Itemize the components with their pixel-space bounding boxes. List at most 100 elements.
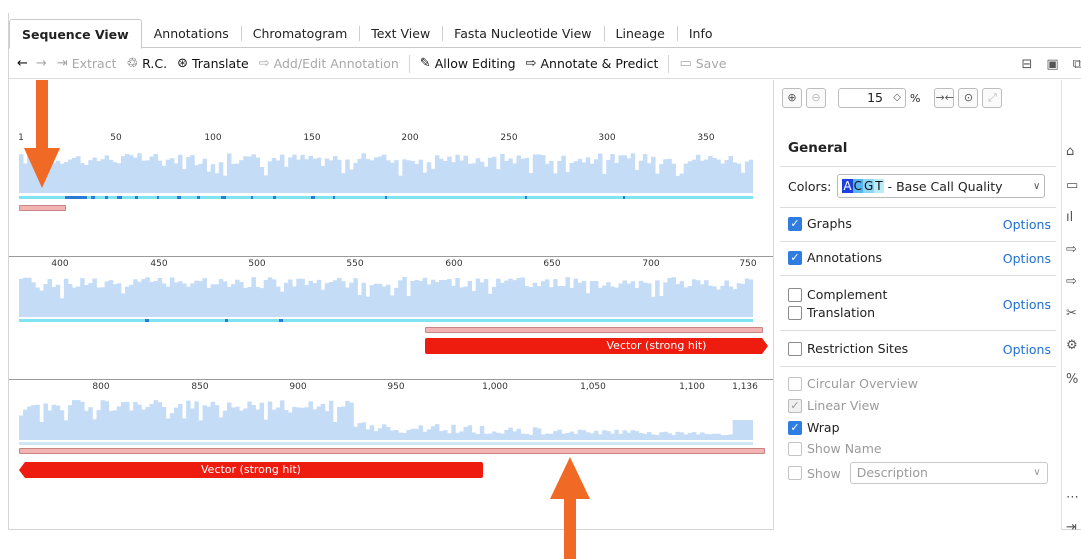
zoom-fit-icon[interactable]: ⊙: [958, 88, 979, 108]
quality-graph: [19, 277, 753, 317]
check-icon: ✓: [788, 398, 802, 413]
zoom-to-selection-icon[interactable]: →←: [934, 88, 955, 108]
wrap-checkbox[interactable]: ✓ Wrap: [788, 420, 840, 435]
divider: [780, 166, 1056, 167]
annotate-predict-button[interactable]: ⇨ Annotate & Predict: [526, 56, 659, 71]
tab-chromatogram[interactable]: Chromatogram: [240, 19, 359, 48]
translate-icon: ⊛: [177, 56, 188, 71]
graphs-checkbox[interactable]: ✓ Graphs: [788, 216, 852, 231]
tab-lineage[interactable]: Lineage: [603, 19, 677, 48]
low-quality-mark: [273, 196, 276, 199]
scissors-icon[interactable]: ✂: [1066, 306, 1077, 321]
low-quality-mark: [91, 196, 95, 199]
low-quality-mark: [197, 196, 200, 199]
ruler-tick: 350: [697, 133, 715, 143]
show-description-checkbox[interactable]: Show Description ∨: [788, 462, 1048, 484]
add-edit-annotation-button[interactable]: ⇨ Add/Edit Annotation: [259, 56, 399, 71]
annotate-icon[interactable]: ⇨: [1066, 274, 1077, 289]
low-quality-mark: [117, 196, 122, 199]
tab-info[interactable]: Info: [676, 19, 725, 48]
base-g: G: [862, 179, 875, 193]
ruler-tick: 1,000: [482, 382, 508, 392]
show-name-checkbox[interactable]: Show Name: [788, 441, 882, 456]
forward-button[interactable]: →: [36, 56, 47, 71]
collapse-icon[interactable]: ⇥: [1066, 520, 1077, 535]
chat-icon[interactable]: ▭: [1066, 178, 1078, 193]
options-panel: ⊕ ⊖ 15 ◇ % →← ⊙ ⤢ General Colors: A C G T…: [773, 80, 1061, 530]
annotation-arrow-icon[interactable]: ⇨: [1066, 242, 1077, 257]
copy-icon[interactable]: ⧉: [1073, 57, 1081, 72]
low-quality-marks: [65, 196, 745, 199]
right-sidebar: ⌂ ▭ ıl ⇨ ⇨ ✂ ⚙ % ⋯ ⇥: [1061, 80, 1081, 535]
complement-checkbox[interactable]: Complement: [788, 287, 887, 302]
restriction-sites-label: Restriction Sites: [807, 341, 909, 356]
zoom-out-icon[interactable]: ⊖: [806, 88, 826, 108]
zoom-in-icon[interactable]: ⊕: [782, 88, 802, 108]
save-button[interactable]: ▭ Save: [679, 56, 726, 71]
translation-options-link[interactable]: Options: [1003, 297, 1051, 312]
back-arrow-icon: ←: [17, 56, 28, 71]
ruler-tick: 200: [401, 133, 419, 143]
checkbox-icon: [788, 305, 802, 320]
save-label: Save: [695, 56, 727, 71]
zoom-input[interactable]: 15 ◇: [838, 88, 906, 108]
low-quality-mark: [225, 319, 228, 322]
ruler-tick: 750: [739, 259, 757, 269]
ruler-tick: 650: [543, 259, 561, 269]
base-t: T: [874, 179, 884, 193]
percent-icon[interactable]: %: [1066, 372, 1078, 387]
spinner-icon[interactable]: ◇: [893, 89, 901, 107]
gear-icon[interactable]: ⚙: [1066, 338, 1078, 353]
ruler-tick: 250: [500, 133, 518, 143]
description-select[interactable]: Description ∨: [849, 462, 1048, 484]
circular-overview-checkbox[interactable]: Circular Overview: [788, 376, 918, 391]
low-quality-mark: [177, 196, 181, 199]
divider: [780, 241, 1056, 242]
zoom-value: 15: [867, 90, 883, 105]
forward-arrow-icon: →: [35, 56, 47, 71]
low-quality-mark: [311, 196, 315, 199]
save-icon: ▭: [679, 56, 692, 71]
allow-editing-button[interactable]: ✎ Allow Editing: [420, 56, 516, 71]
annotations-checkbox[interactable]: ✓ Annotations: [788, 250, 882, 265]
ruler: 800 850 900 950 1,000 1,050 1,100 1,136: [9, 382, 773, 396]
translate-button[interactable]: ⊛ Translate: [177, 56, 249, 71]
rc-label: R.C.: [142, 56, 168, 71]
toolbar: ← → ⇥ Extract ♲ R.C. ⊛ Translate ⇨ Add/Edit …: [9, 49, 1081, 79]
reverse-complement-button[interactable]: ♲ R.C.: [127, 56, 168, 71]
acgt-swatch: A C G T: [842, 179, 884, 193]
translation-label: Translation: [807, 305, 876, 320]
more-icon[interactable]: ⋯: [1066, 490, 1079, 505]
split-panel-icon[interactable]: ▣: [1046, 57, 1058, 72]
back-button[interactable]: ←: [17, 56, 28, 71]
ruler-tick: 500: [248, 259, 266, 269]
vector-annotation[interactable]: Vector (strong hit): [425, 338, 768, 354]
expand-icon[interactable]: ⤢: [982, 88, 1003, 108]
trimmed-region: [19, 448, 765, 454]
graphs-options-link[interactable]: Options: [1003, 217, 1051, 232]
reverse-complement-icon: ♲: [126, 56, 139, 71]
tab-bar: Sequence View Annotations Chromatogram T…: [9, 19, 1081, 49]
translation-checkbox[interactable]: Translation: [788, 305, 875, 320]
split-view-icon[interactable]: ⊟: [1022, 57, 1033, 72]
color-scheme-select[interactable]: A C G T - Base Call Quality ∨: [837, 174, 1046, 198]
restriction-options-link[interactable]: Options: [1003, 342, 1051, 357]
annotations-options-link[interactable]: Options: [1003, 251, 1051, 266]
vector-annotation[interactable]: Vector (strong hit): [19, 462, 483, 478]
up-arrow-icon: [550, 457, 590, 559]
extract-button[interactable]: ⇥ Extract: [57, 56, 117, 71]
restriction-sites-checkbox[interactable]: Restriction Sites: [788, 341, 908, 356]
bar-chart-icon[interactable]: ıl: [1066, 210, 1073, 225]
tab-fasta-nucleotide-view[interactable]: Fasta Nucleotide View: [442, 19, 603, 48]
ruler: 400 450 500 550 600 650 700 750: [9, 259, 773, 273]
checkbox-icon: [788, 341, 802, 356]
linear-view-checkbox[interactable]: ✓ Linear View: [788, 398, 880, 413]
tab-annotations[interactable]: Annotations: [142, 19, 241, 48]
tab-sequence-view[interactable]: Sequence View: [9, 19, 142, 49]
tab-text-view[interactable]: Text View: [359, 19, 442, 48]
sequence-viewer[interactable]: 1 50 100 150 200 250 300 350 400 450 500…: [9, 80, 773, 530]
low-quality-mark: [105, 196, 108, 199]
ruler-tick: 1,100: [679, 382, 705, 392]
home-icon[interactable]: ⌂: [1066, 144, 1074, 159]
low-quality-mark: [279, 319, 283, 322]
